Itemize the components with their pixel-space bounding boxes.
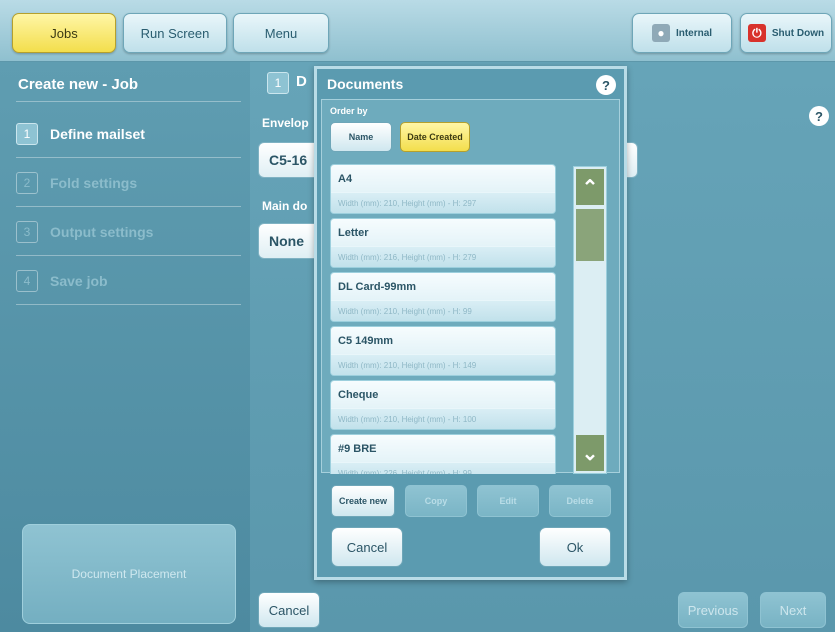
step-label: Output settings (50, 224, 154, 240)
document-name: C5 149mm (338, 335, 394, 347)
step-number: 1 (16, 123, 38, 145)
next-label: Next (779, 602, 807, 618)
document-name: Cheque (338, 389, 379, 401)
menu-button[interactable]: Menu (233, 13, 329, 53)
previous-button[interactable]: Previous (678, 592, 748, 628)
list-scrollbar[interactable]: ⌃ ⌄ (573, 166, 607, 474)
jobs-label: Jobs (50, 25, 78, 41)
envelope-value: C5-16 (269, 152, 308, 168)
help-icon[interactable]: ? (596, 75, 616, 95)
document-dimensions: Width (mm): 216, Height (mm) - H: 279 (331, 246, 555, 267)
divider (16, 255, 241, 256)
ok-button[interactable]: Ok (539, 527, 611, 567)
document-list: A4 Width (mm): 210, Height (mm) - H: 297… (330, 164, 567, 474)
dialog-cancel-button[interactable]: Cancel (331, 527, 403, 567)
document-placement-button[interactable]: Document Placement (22, 524, 236, 624)
step-fold-settings[interactable]: 2 Fold settings (16, 168, 137, 198)
user-icon: ● (651, 24, 670, 42)
next-button[interactable]: Next (760, 592, 826, 628)
scroll-up-icon[interactable]: ⌃ (576, 169, 604, 205)
top-bar: Jobs Run Screen Menu ● Internal ⏻ Shut D… (0, 0, 835, 62)
document-dimensions: Width (mm): 226, Height (mm) - H: 99 (331, 462, 555, 474)
delete-button[interactable]: Delete (549, 485, 611, 517)
list-item[interactable]: Letter Width (mm): 216, Height (mm) - H:… (330, 218, 556, 268)
app-window: Jobs Run Screen Menu ● Internal ⏻ Shut D… (0, 0, 835, 632)
step-label: Define mailset (50, 126, 145, 142)
ok-label: Ok (566, 539, 584, 555)
envelope-label: Envelop (262, 116, 309, 130)
document-dimensions: Width (mm): 210, Height (mm) - H: 297 (331, 192, 555, 213)
document-dimensions: Width (mm): 210, Height (mm) - H: 149 (331, 354, 555, 375)
main-step-title: D (296, 73, 307, 90)
dialog-content: Order by Name Date Created A4 Width (mm)… (321, 99, 620, 474)
power-icon: ⏻ (747, 24, 766, 42)
step-number: 4 (16, 270, 38, 292)
run-screen-button[interactable]: Run Screen (123, 13, 227, 53)
list-item[interactable]: DL Card-99mm Width (mm): 210, Height (mm… (330, 272, 556, 322)
list-item[interactable]: C5 149mm Width (mm): 210, Height (mm) - … (330, 326, 556, 376)
step-define-mailset[interactable]: 1 Define mailset (16, 119, 145, 149)
help-icon[interactable]: ? (809, 106, 829, 126)
shut-down-button[interactable]: ⏻ Shut Down (740, 13, 832, 53)
document-name: A4 (338, 173, 353, 185)
edit-button[interactable]: Edit (477, 485, 539, 517)
divider (16, 101, 241, 102)
divider (16, 206, 241, 207)
document-name: DL Card-99mm (338, 281, 417, 293)
copy-button[interactable]: Copy (405, 485, 467, 517)
scroll-down-icon[interactable]: ⌄ (576, 435, 604, 471)
scroll-thumb[interactable] (576, 209, 604, 261)
dialog-cancel-label: Cancel (346, 539, 388, 555)
step-label: Save job (50, 273, 108, 289)
document-dimensions: Width (mm): 210, Height (mm) - H: 99 (331, 300, 555, 321)
main-document-label: Main do (262, 199, 308, 213)
step-label: Fold settings (50, 175, 138, 191)
order-by-label: Order by (330, 106, 368, 116)
main-step-number: 1 (267, 72, 289, 94)
document-name: Letter (338, 227, 369, 239)
divider (16, 304, 241, 305)
dialog-title: Documents (327, 76, 404, 92)
internal-label: Internal (675, 27, 713, 39)
step-number: 2 (16, 172, 38, 194)
menu-label: Menu (264, 25, 298, 41)
step-number: 3 (16, 221, 38, 243)
document-name: #9 BRE (338, 443, 377, 455)
shut-down-label: Shut Down (771, 27, 825, 39)
create-new-button[interactable]: Create new (331, 485, 395, 517)
cancel-button[interactable]: Cancel (258, 592, 320, 628)
left-panel: Create new - Job 1 Define mailset 2 Fold… (0, 62, 250, 632)
documents-dialog: Documents ? Order by Name Date Created A… (314, 66, 627, 580)
document-placement-label: Document Placement (71, 567, 187, 581)
previous-label: Previous (687, 602, 739, 618)
list-item[interactable]: A4 Width (mm): 210, Height (mm) - H: 297 (330, 164, 556, 214)
list-item[interactable]: Cheque Width (mm): 210, Height (mm) - H:… (330, 380, 556, 430)
create-new-label: Create new (338, 496, 388, 506)
list-item[interactable]: #9 BRE Width (mm): 226, Height (mm) - H:… (330, 434, 556, 474)
delete-label: Delete (566, 496, 594, 506)
main-document-value: None (269, 233, 304, 249)
cancel-label: Cancel (268, 602, 310, 618)
divider (16, 157, 241, 158)
internal-button[interactable]: ● Internal (632, 13, 732, 53)
page-title: Create new - Job (18, 76, 139, 93)
sort-name-label: Name (348, 132, 374, 142)
edit-label: Edit (499, 496, 517, 506)
run-screen-label: Run Screen (140, 25, 210, 41)
sort-name-button[interactable]: Name (330, 122, 392, 152)
sort-date-label: Date Created (407, 132, 463, 142)
step-save-job[interactable]: 4 Save job (16, 266, 108, 296)
step-output-settings[interactable]: 3 Output settings (16, 217, 153, 247)
copy-label: Copy (424, 496, 448, 506)
document-dimensions: Width (mm): 210, Height (mm) - H: 100 (331, 408, 555, 429)
jobs-button[interactable]: Jobs (12, 13, 116, 53)
sort-date-created-button[interactable]: Date Created (400, 122, 470, 152)
